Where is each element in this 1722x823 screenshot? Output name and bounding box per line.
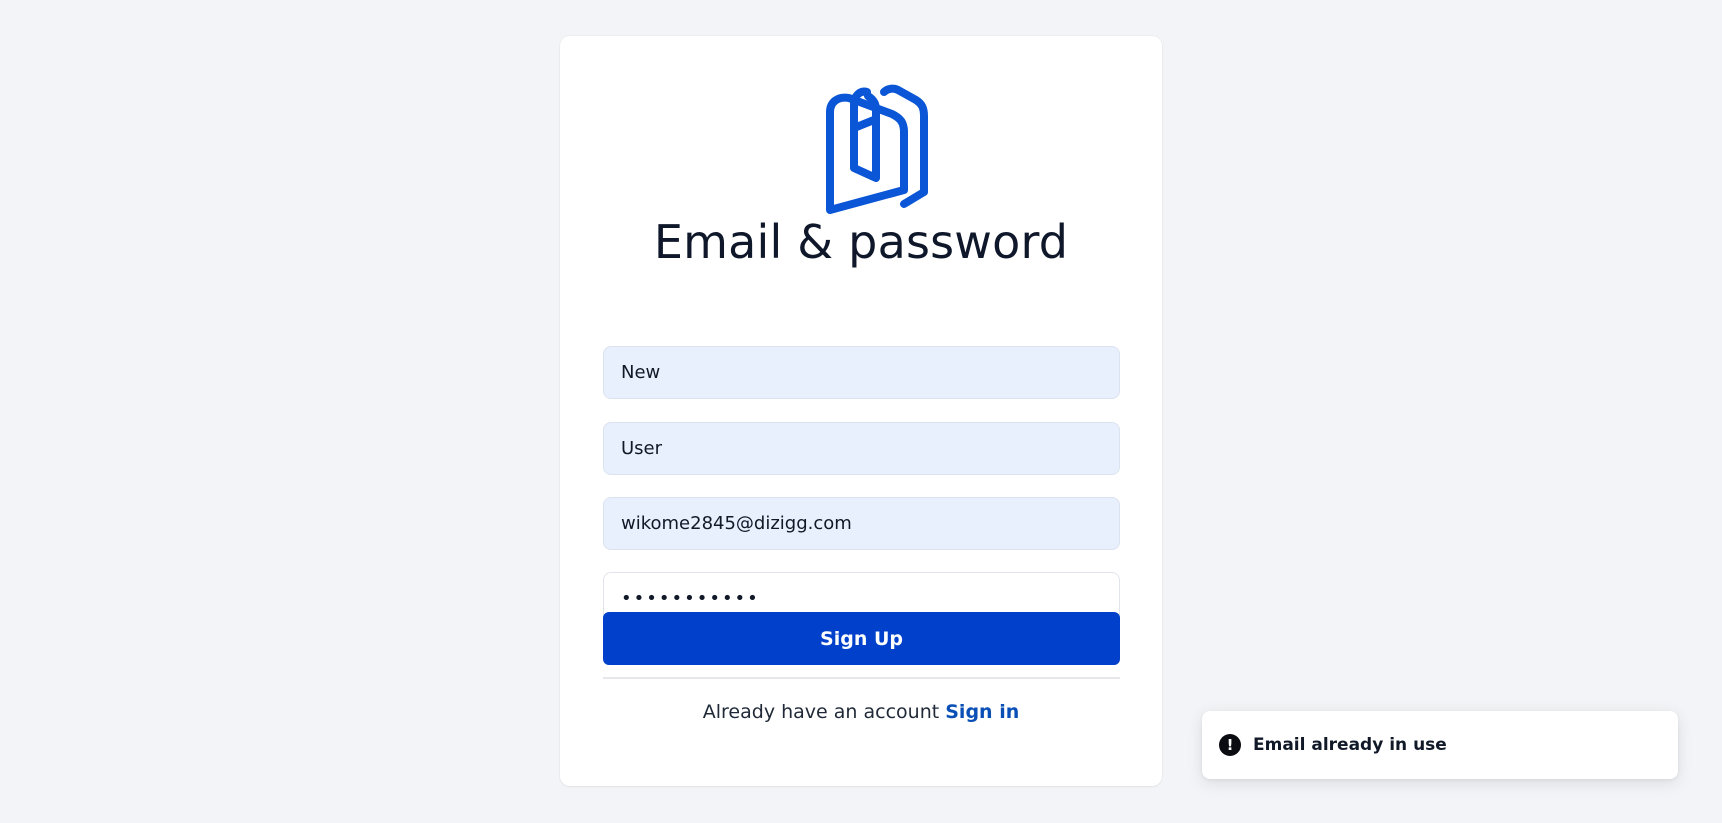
app-logo-icon bbox=[826, 84, 928, 214]
page-title: Email & password bbox=[653, 215, 1069, 269]
sign-up-button[interactable]: Sign Up bbox=[603, 612, 1120, 665]
signin-prompt-text: Already have an account bbox=[702, 701, 940, 723]
toast-message: Email already in use bbox=[1253, 735, 1447, 755]
first-name-input[interactable]: New bbox=[603, 346, 1120, 399]
signin-prompt: Already have an account Sign in bbox=[560, 701, 1162, 723]
email-input[interactable]: wikome2845@dizigg.com bbox=[603, 497, 1120, 550]
error-toast: ! Email already in use bbox=[1202, 711, 1678, 779]
sign-in-link[interactable]: Sign in bbox=[945, 701, 1019, 723]
signup-card: Email & password New User wikome2845@diz… bbox=[560, 36, 1162, 786]
divider bbox=[603, 677, 1120, 679]
exclamation-circle-icon: ! bbox=[1219, 734, 1241, 756]
last-name-input[interactable]: User bbox=[603, 422, 1120, 475]
